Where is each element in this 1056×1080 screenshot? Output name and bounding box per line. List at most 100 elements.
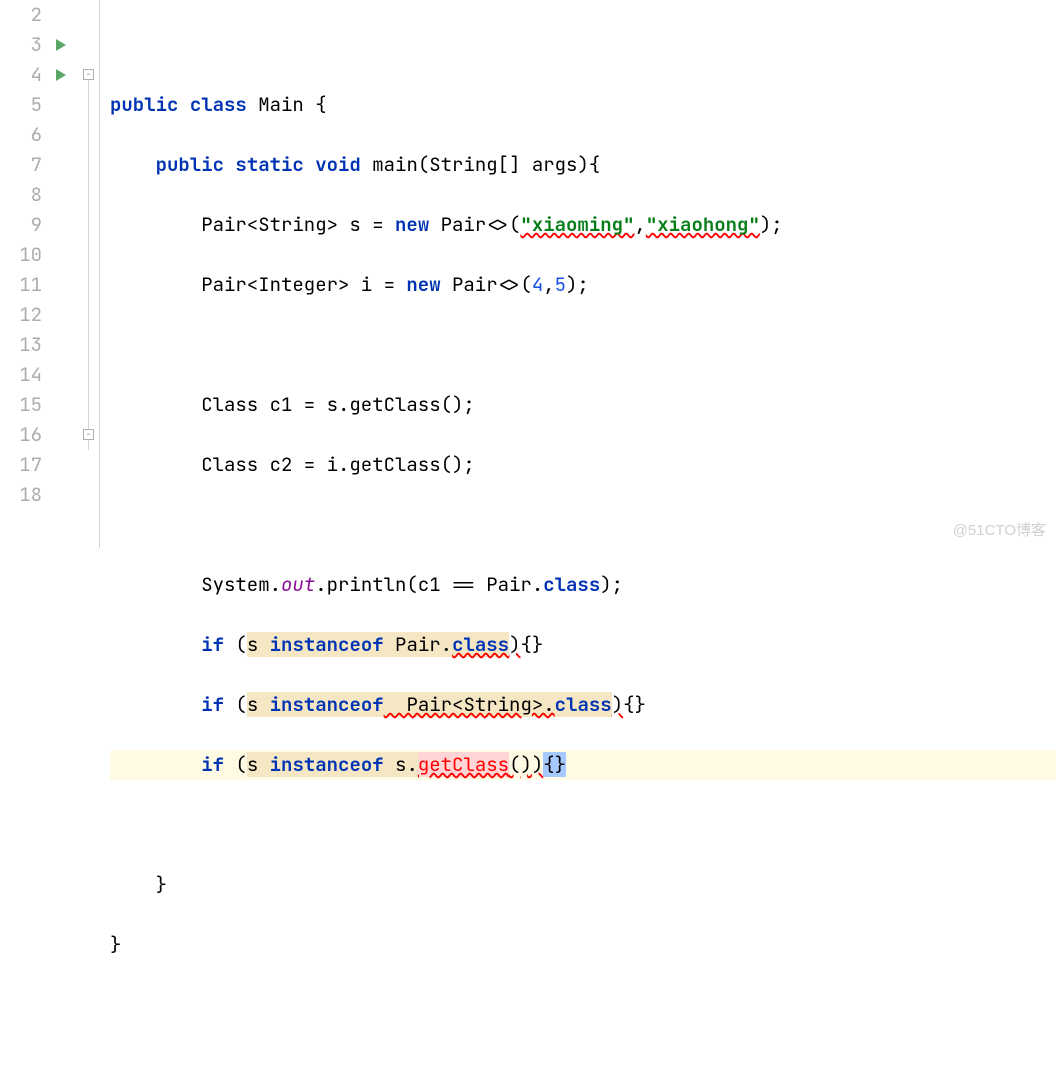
keyword: if [201,692,224,717]
line-number: 3 [0,30,42,60]
code-text: Pair<String> s = [201,212,395,237]
keyword-error: class [452,632,509,657]
run-icon[interactable] [56,69,66,81]
code-line[interactable]: System.out.println(c1 == Pair.class); [110,570,1056,600]
line-number: 12 [0,300,42,330]
code-text: Class c1 = s.getClass(); [201,392,475,417]
code-text: () [509,752,532,777]
line-number: 11 [0,270,42,300]
keyword: instanceof [270,692,384,717]
code-line[interactable]: if (s instanceof Pair.class){} [110,630,1056,660]
line-number-gutter: 2 3 4 5 6 7 8 9 10 11 12 13 14 15 16 17 … [0,0,52,548]
code-line[interactable] [110,330,1056,360]
code-text: s. [384,752,418,777]
code-text: System. [201,572,281,597]
keyword: new [406,272,440,297]
fold-guide-line [88,75,89,450]
code-text: ); [760,212,783,237]
code-text: , [634,212,645,237]
line-number: 5 [0,90,42,120]
line-number: 9 [0,210,42,240]
keyword: instanceof [270,632,384,657]
code-line[interactable] [110,30,1056,60]
code-text: s [247,632,270,657]
code-line[interactable]: Class c1 = s.getClass(); [110,390,1056,420]
keyword: void [315,152,361,177]
keyword: instanceof [270,752,384,777]
selection: {} [543,752,566,777]
code-text: Pair<>( [429,212,520,237]
run-icon-gutter [52,0,78,548]
code-editor[interactable]: 2 3 4 5 6 7 8 9 10 11 12 13 14 15 16 17 … [0,0,1056,548]
code-line[interactable]: Pair<String> s = new Pair<>("xiaoming","… [110,210,1056,240]
code-text: ); [600,572,623,597]
keyword: public [110,92,178,117]
static-field: out [281,572,315,597]
number-literal: 5 [555,272,566,297]
keyword: if [201,632,224,657]
line-number: 8 [0,180,42,210]
line-number: 6 [0,120,42,150]
number-literal: 4 [532,272,543,297]
code-area[interactable]: public class Main { public static void m… [100,0,1056,548]
code-line[interactable]: Pair<Integer> i = new Pair<>(4,5); [110,270,1056,300]
fold-gutter: − − [78,0,100,548]
code-text: , [543,272,554,297]
code-text: s [247,692,270,717]
run-icon[interactable] [56,39,66,51]
line-number: 17 [0,450,42,480]
code-line-current[interactable]: if (s instanceof s.getClass()){} [110,750,1056,780]
code-text: ) [532,752,543,777]
line-number: 2 [0,0,42,30]
fold-open-icon[interactable]: − [83,69,94,80]
keyword: class [190,92,247,117]
code-text: s [247,752,270,777]
code-text: {} [623,692,646,717]
code-text: Pair<Integer> i = [201,272,406,297]
code-line[interactable]: public class Main { [110,90,1056,120]
code-text: } [110,932,121,957]
code-text: main(String[] args){ [361,152,600,177]
code-text: .println(c1 == Pair. [315,572,543,597]
code-text: } [156,872,167,897]
keyword: static [235,152,303,177]
line-number: 4 [0,60,42,90]
line-number: 15 [0,390,42,420]
code-text: Pair<String>. [384,692,555,717]
code-text: ( [224,692,247,717]
string-literal: "xiaoming" [520,212,634,237]
fold-close-icon[interactable]: − [83,429,94,440]
keyword: public [156,152,224,177]
keyword: if [201,752,224,777]
code-text: ) [612,692,623,717]
error-call: getClass [418,752,509,777]
code-line[interactable]: } [110,870,1056,900]
line-number: 16 [0,420,42,450]
line-number: 14 [0,360,42,390]
code-text: {} [520,632,543,657]
code-text: ); [566,272,589,297]
line-number: 7 [0,150,42,180]
code-line[interactable]: Class c2 = i.getClass(); [110,450,1056,480]
keyword-error: class [555,692,612,717]
string-literal: "xiaohong" [646,212,760,237]
code-text: Pair<>( [441,272,532,297]
code-text: ( [224,632,247,657]
line-number: 13 [0,330,42,360]
watermark: @51CTO博客 [953,519,1046,540]
code-line[interactable] [110,810,1056,840]
keyword: class [543,572,600,597]
code-text: Class c2 = i.getClass(); [201,452,475,477]
line-number: 18 [0,480,42,510]
code-text: ( [224,752,247,777]
line-number: 10 [0,240,42,270]
code-line[interactable]: } [110,930,1056,960]
keyword: new [395,212,429,237]
code-line[interactable]: public static void main(String[] args){ [110,150,1056,180]
code-text: ) [509,632,520,657]
code-text: Main { [247,92,327,117]
code-text: Pair. [384,632,452,657]
code-line[interactable] [110,510,1056,540]
code-line[interactable] [110,990,1056,1020]
code-line[interactable]: if (s instanceof Pair<String>.class){} [110,690,1056,720]
